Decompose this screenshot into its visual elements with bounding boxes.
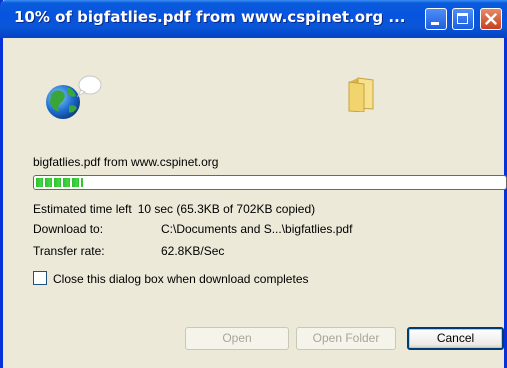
folder-icon [348, 77, 374, 112]
close-when-done-option[interactable]: Close this dialog box when download comp… [33, 271, 309, 286]
window-title: 10% of bigfatlies.pdf from www.cspinet.o… [14, 8, 406, 26]
open-button[interactable]: Open [185, 327, 289, 350]
close-button[interactable] [480, 8, 502, 30]
transfer-rate-row: Transfer rate: 62.8KB/Sec [33, 244, 224, 258]
close-when-done-checkbox[interactable] [33, 271, 47, 285]
title-bar[interactable]: 10% of bigfatlies.pdf from www.cspinet.o… [0, 0, 507, 38]
download-dialog: 10% of bigfatlies.pdf from www.cspinet.o… [0, 0, 507, 368]
download-to-value: C:\Documents and S...\bigfatlies.pdf [161, 222, 353, 236]
download-to-row: Download to: C:\Documents and S...\bigfat… [33, 222, 352, 236]
estimated-time-row: Estimated time left 10 sec (65.3KB of 702… [33, 202, 315, 216]
globe-icon [46, 75, 102, 119]
close-icon [485, 13, 497, 25]
transfer-rate-label: Transfer rate: [33, 244, 105, 258]
transfer-rate-value: 62.8KB/Sec [161, 244, 225, 258]
estimated-time-label: Estimated time left [33, 202, 132, 216]
minimize-button[interactable] [425, 8, 447, 30]
progress-fill [36, 178, 83, 187]
download-progress-bar [33, 175, 507, 190]
close-when-done-label: Close this dialog box when download comp… [53, 272, 309, 286]
download-source: bigfatlies.pdf from www.cspinet.org [33, 155, 219, 169]
download-to-label: Download to: [33, 222, 104, 236]
open-folder-button[interactable]: Open Folder [296, 327, 396, 350]
cancel-button[interactable]: Cancel [407, 327, 504, 350]
maximize-button[interactable] [452, 8, 474, 30]
estimated-time-value: 10 sec (65.3KB of 702KB copied) [137, 202, 316, 216]
